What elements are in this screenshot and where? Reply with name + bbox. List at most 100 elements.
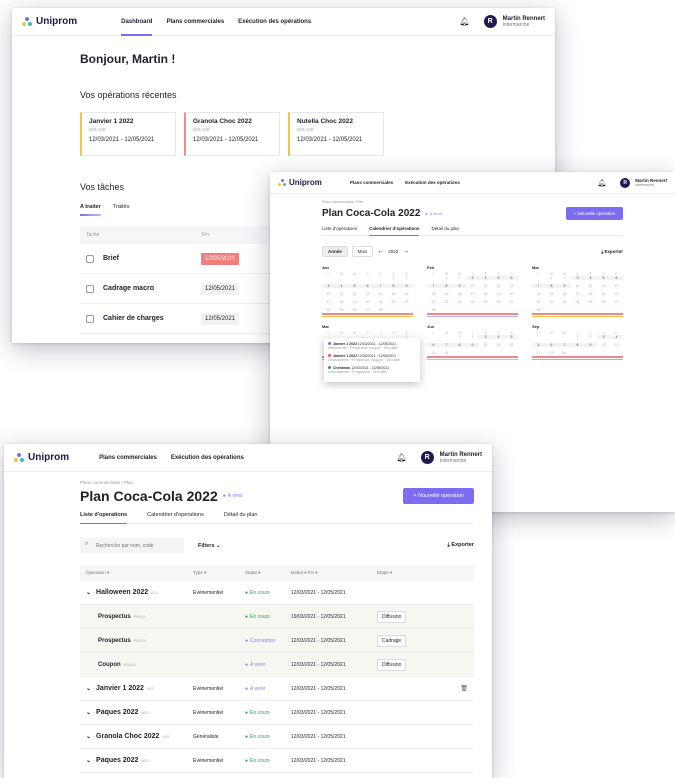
- calendar-day[interactable]: 19: [597, 292, 610, 296]
- calendar-day[interactable]: 14: [558, 351, 571, 355]
- calendar-day[interactable]: 2: [584, 335, 597, 339]
- brand-logo[interactable]: Uniprom: [14, 452, 69, 463]
- calendar-day[interactable]: 17: [466, 292, 479, 296]
- column-header-operation[interactable]: Operation ▾: [86, 570, 193, 576]
- calendar-day[interactable]: 25: [335, 308, 348, 312]
- tab-detail-plan[interactable]: Détail du plan: [224, 512, 258, 523]
- operation-bar[interactable]: [532, 358, 623, 360]
- calendar-day[interactable]: 11: [479, 284, 492, 288]
- table-row[interactable]: ⌄ Halloween 2022003 Evénementiel En cours 12…: [80, 581, 474, 605]
- tab-a-traiter[interactable]: A traiter: [80, 204, 101, 216]
- avatar[interactable]: R: [483, 15, 497, 28]
- table-row[interactable]: ⌄ Paques 2022003 Evénementiel En cours 12/03…: [80, 749, 474, 773]
- calendar-day[interactable]: 10: [571, 284, 584, 288]
- calendar-day[interactable]: 26: [597, 300, 610, 304]
- view-month-button[interactable]: Mois: [351, 246, 374, 257]
- calendar-day[interactable]: 14: [440, 351, 453, 355]
- calendar-day[interactable]: 7: [532, 284, 545, 288]
- avatar[interactable]: R: [620, 177, 631, 188]
- calendar-day[interactable]: 8: [571, 343, 584, 347]
- tab-detail-plan[interactable]: Détail du plan: [431, 226, 459, 235]
- calendar-day[interactable]: 9: [466, 343, 479, 347]
- calendar-day[interactable]: 9: [584, 343, 597, 347]
- calendar-day[interactable]: 11: [584, 284, 597, 288]
- operation-bar[interactable]: [427, 313, 518, 315]
- calendar-day[interactable]: 24: [322, 308, 335, 312]
- table-row[interactable]: ⌄ Paques 2022003 Evénementiel En cours 12/03…: [80, 701, 474, 725]
- export-button[interactable]: ⤓ Exporter: [447, 542, 474, 549]
- nav-plans-commerciales[interactable]: Plans commerciales: [166, 9, 224, 35]
- operation-bar[interactable]: [427, 315, 518, 317]
- calendar-day[interactable]: 5: [532, 343, 545, 347]
- calendar-day[interactable]: 11: [610, 343, 623, 347]
- nav-execution-operations[interactable]: Exécution des opérations: [238, 9, 311, 35]
- calendar-day[interactable]: 3: [479, 335, 492, 339]
- calendar-day[interactable]: 12: [597, 284, 610, 288]
- calendar-day[interactable]: 12: [492, 284, 505, 288]
- calendar-day[interactable]: 12: [505, 343, 518, 347]
- calendar-day[interactable]: 16: [400, 292, 413, 296]
- avatar[interactable]: R: [420, 451, 434, 464]
- calendar-day[interactable]: 8: [440, 284, 453, 288]
- calendar-day[interactable]: 6: [427, 343, 440, 347]
- chevron-down-icon[interactable]: ⌄: [86, 686, 91, 692]
- arrow-left-icon[interactable]: ←: [377, 248, 384, 255]
- nav-dashboard[interactable]: Dashboard: [121, 9, 153, 36]
- calendar-day[interactable]: 14: [532, 292, 545, 296]
- calendar-day[interactable]: 3: [597, 335, 610, 339]
- calendar-day[interactable]: 12: [348, 292, 361, 296]
- calendar-day[interactable]: 4: [610, 335, 623, 339]
- table-subrow[interactable]: ProspectusPR001 En cours 19/03/2021 - 12/0…: [80, 605, 474, 629]
- calendar-day[interactable]: 26: [348, 308, 361, 312]
- breadcrumb[interactable]: Plans commerciales / Plan: [80, 480, 474, 485]
- chevron-down-icon[interactable]: ⌄: [86, 734, 91, 740]
- bell-icon[interactable]: 🔔︎: [460, 17, 470, 26]
- calendar-day[interactable]: 27: [361, 308, 374, 312]
- calendar-day[interactable]: 8: [453, 343, 466, 347]
- calendar-day[interactable]: 2: [466, 335, 479, 339]
- calendar-day[interactable]: 13: [361, 292, 374, 296]
- calendar-day[interactable]: 1: [440, 276, 453, 280]
- calendar-day[interactable]: 2: [558, 276, 571, 280]
- calendar-day[interactable]: 15: [545, 292, 558, 296]
- bell-icon[interactable]: 🔔︎: [597, 179, 606, 187]
- calendar-day[interactable]: 10: [466, 284, 479, 288]
- breadcrumb[interactable]: Plans commerciales / Plan: [322, 200, 623, 204]
- calendar-day[interactable]: 24: [466, 300, 479, 304]
- calendar-day[interactable]: 10: [322, 292, 335, 296]
- calendar-day[interactable]: 16: [558, 292, 571, 296]
- calendar-day[interactable]: 26: [492, 300, 505, 304]
- table-subrow[interactable]: CouponPR002 A venir 12/03/2021 - 12/05/202…: [80, 653, 474, 677]
- calendar-day[interactable]: 19: [348, 300, 361, 304]
- nav-plans-commerciales[interactable]: Plans commerciales: [99, 445, 157, 471]
- calendar-day[interactable]: 17: [322, 300, 335, 304]
- new-operation-button[interactable]: + Nouvelle operation: [403, 488, 474, 504]
- brand-logo[interactable]: Uniprom: [278, 178, 322, 187]
- calendar-day[interactable]: 5: [492, 276, 505, 280]
- tab-liste-operations[interactable]: Liste d'opérations: [322, 226, 357, 235]
- trash-icon[interactable]: 🗑︎: [460, 685, 468, 692]
- tab-liste-operations[interactable]: Liste d'operations: [80, 512, 128, 524]
- calendar-day[interactable]: 1: [571, 335, 584, 339]
- calendar-day[interactable]: 19: [492, 292, 505, 296]
- calendar-day[interactable]: 23: [400, 300, 413, 304]
- column-header-statut[interactable]: Statut ▾: [245, 570, 291, 576]
- tab-calendrier-operations[interactable]: Calendrier d'operations: [147, 512, 204, 523]
- new-operation-button[interactable]: + Nouvelle operation: [565, 207, 623, 220]
- calendar-day[interactable]: 20: [361, 300, 374, 304]
- calendar-day[interactable]: 27: [610, 300, 623, 304]
- calendar-day[interactable]: 4: [335, 284, 348, 288]
- calendar-day[interactable]: 1: [453, 335, 466, 339]
- task-checkbox[interactable]: [86, 254, 94, 263]
- calendar-day[interactable]: 2: [400, 276, 413, 280]
- calendar-day[interactable]: 7: [374, 284, 387, 288]
- calendar-day[interactable]: 16: [453, 292, 466, 296]
- calendar-day[interactable]: 4: [479, 276, 492, 280]
- calendar-day[interactable]: 28: [532, 308, 545, 312]
- column-header-type[interactable]: Type ▾: [193, 570, 245, 576]
- calendar-day[interactable]: 25: [479, 300, 492, 304]
- operation-bar[interactable]: [532, 356, 623, 358]
- calendar-day[interactable]: 18: [479, 292, 492, 296]
- calendar-day[interactable]: 5: [505, 335, 518, 339]
- calendar-day[interactable]: 20: [505, 292, 518, 296]
